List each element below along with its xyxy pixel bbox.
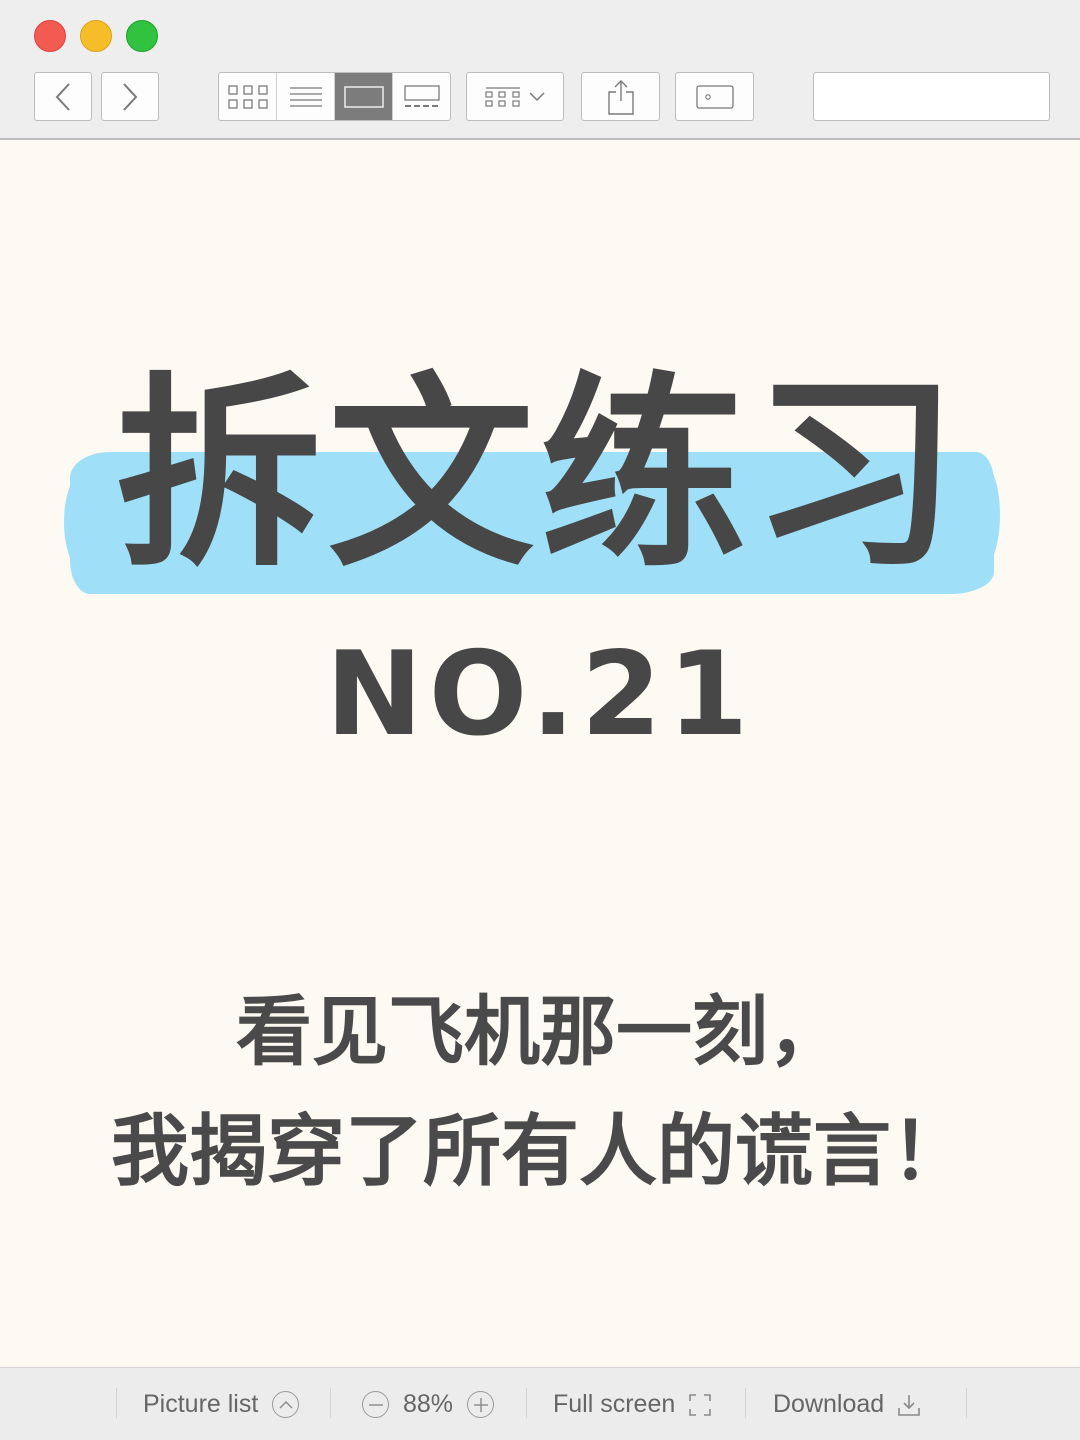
fullscreen-arrows-icon — [689, 1393, 712, 1416]
divider — [745, 1388, 746, 1418]
zoom-out-icon[interactable] — [362, 1391, 389, 1418]
search-field[interactable] — [813, 72, 1080, 121]
slideshow-button[interactable] — [675, 72, 754, 121]
arrange-dropdown-button[interactable] — [466, 72, 564, 121]
download-button[interactable]: Download — [773, 1368, 920, 1440]
view-mode-segmented-control — [218, 72, 451, 121]
divider — [966, 1388, 967, 1418]
image-canvas: 拆文练习 NO.21 看见飞机那一刻， 我揭穿了所有人的谎言！ — [0, 140, 1080, 1367]
zoom-window-button[interactable] — [126, 20, 158, 52]
download-label: Download — [773, 1390, 885, 1418]
zoom-level: 88% — [403, 1390, 454, 1418]
back-button[interactable] — [34, 72, 92, 121]
share-icon — [607, 79, 634, 115]
close-window-button[interactable] — [34, 20, 66, 52]
forward-button[interactable] — [101, 72, 159, 121]
divider — [116, 1388, 117, 1418]
filmstrip-view-button[interactable] — [393, 73, 450, 120]
picture-list-button[interactable]: Picture list — [143, 1368, 300, 1440]
slideshow-icon — [695, 84, 734, 109]
zoom-controls: 88% — [362, 1368, 495, 1440]
full-screen-label: Full screen — [553, 1390, 676, 1418]
cover-title: 拆文练习 — [115, 355, 964, 595]
cover-subtitle-line-2: 我揭穿了所有人的谎言！ — [110, 1107, 969, 1197]
filmstrip-icon — [403, 84, 440, 107]
arrange-grid-icon — [485, 86, 520, 107]
picture-list-label: Picture list — [143, 1390, 259, 1418]
single-image-icon — [343, 85, 384, 108]
chevron-down-icon — [529, 91, 545, 101]
divider — [526, 1388, 527, 1418]
chevron-left-icon — [55, 82, 70, 111]
icon-view-button[interactable] — [219, 73, 277, 120]
cover-subtitle-line-1: 看见飞机那一刻， — [236, 987, 844, 1076]
search-input[interactable] — [824, 73, 1080, 120]
minimize-window-button[interactable] — [80, 20, 112, 52]
viewer-bottom-bar: Picture list 88% Full screen Download — [0, 1367, 1080, 1440]
zoom-in-icon[interactable] — [467, 1391, 495, 1418]
divider — [330, 1388, 331, 1418]
chevron-up-icon — [272, 1391, 300, 1418]
full-screen-button[interactable]: Full screen — [553, 1368, 712, 1440]
issue-number: NO.21 — [325, 627, 755, 762]
chevron-right-icon — [123, 82, 138, 111]
list-view-button[interactable] — [277, 73, 335, 120]
traffic-lights — [34, 20, 158, 52]
window-toolbar — [0, 0, 1080, 140]
icon-grid-icon — [227, 84, 268, 109]
download-icon — [898, 1394, 920, 1416]
list-view-icon — [289, 86, 322, 107]
single-image-view-button[interactable] — [335, 73, 393, 120]
share-button[interactable] — [581, 72, 660, 121]
